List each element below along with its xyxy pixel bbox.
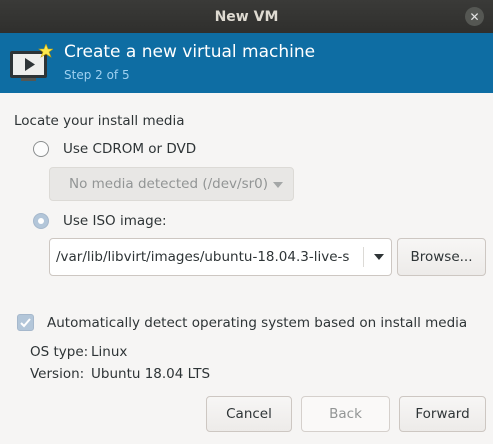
iso-radio[interactable] (33, 213, 49, 229)
auto-detect-checkbox[interactable] (17, 314, 34, 331)
install-media-heading: Locate your install media (14, 113, 185, 129)
window-titlebar: New VM ✕ (0, 0, 493, 33)
virtual-machine-icon (10, 44, 53, 81)
step-indicator: Step 2 of 5 (64, 68, 130, 82)
chevron-down-icon (273, 182, 283, 188)
back-button[interactable]: Back (301, 396, 390, 432)
window-title: New VM (214, 8, 279, 25)
cdrom-media-value: No media detected (/dev/sr0) (69, 176, 269, 192)
version-label: Version: (30, 366, 85, 382)
close-icon[interactable]: ✕ (465, 7, 484, 26)
version-value: Ubuntu 18.04 LTS (91, 366, 211, 382)
combo-divider (363, 247, 364, 267)
checkmark-icon (20, 318, 31, 328)
cdrom-media-dropdown: No media detected (/dev/sr0) (49, 167, 294, 201)
iso-path-input[interactable]: /var/lib/libvirt/images/ubuntu-18.04.3-l… (56, 249, 352, 265)
forward-button[interactable]: Forward (399, 396, 486, 432)
os-type-label: OS type: (30, 344, 89, 360)
page-title: Create a new virtual machine (64, 42, 316, 62)
cancel-button[interactable]: Cancel (206, 396, 292, 432)
os-type-value: Linux (91, 344, 128, 360)
auto-detect-label[interactable]: Automatically detect operating system ba… (47, 315, 467, 331)
chevron-down-icon[interactable] (374, 254, 384, 260)
browse-button[interactable]: Browse... (397, 238, 486, 276)
wizard-header: Create a new virtual machine Step 2 of 5 (0, 33, 493, 93)
cdrom-radio[interactable] (33, 141, 49, 157)
iso-radio-label[interactable]: Use ISO image: (63, 213, 167, 229)
iso-path-combo[interactable]: /var/lib/libvirt/images/ubuntu-18.04.3-l… (49, 238, 392, 276)
cdrom-radio-label[interactable]: Use CDROM or DVD (63, 141, 196, 157)
